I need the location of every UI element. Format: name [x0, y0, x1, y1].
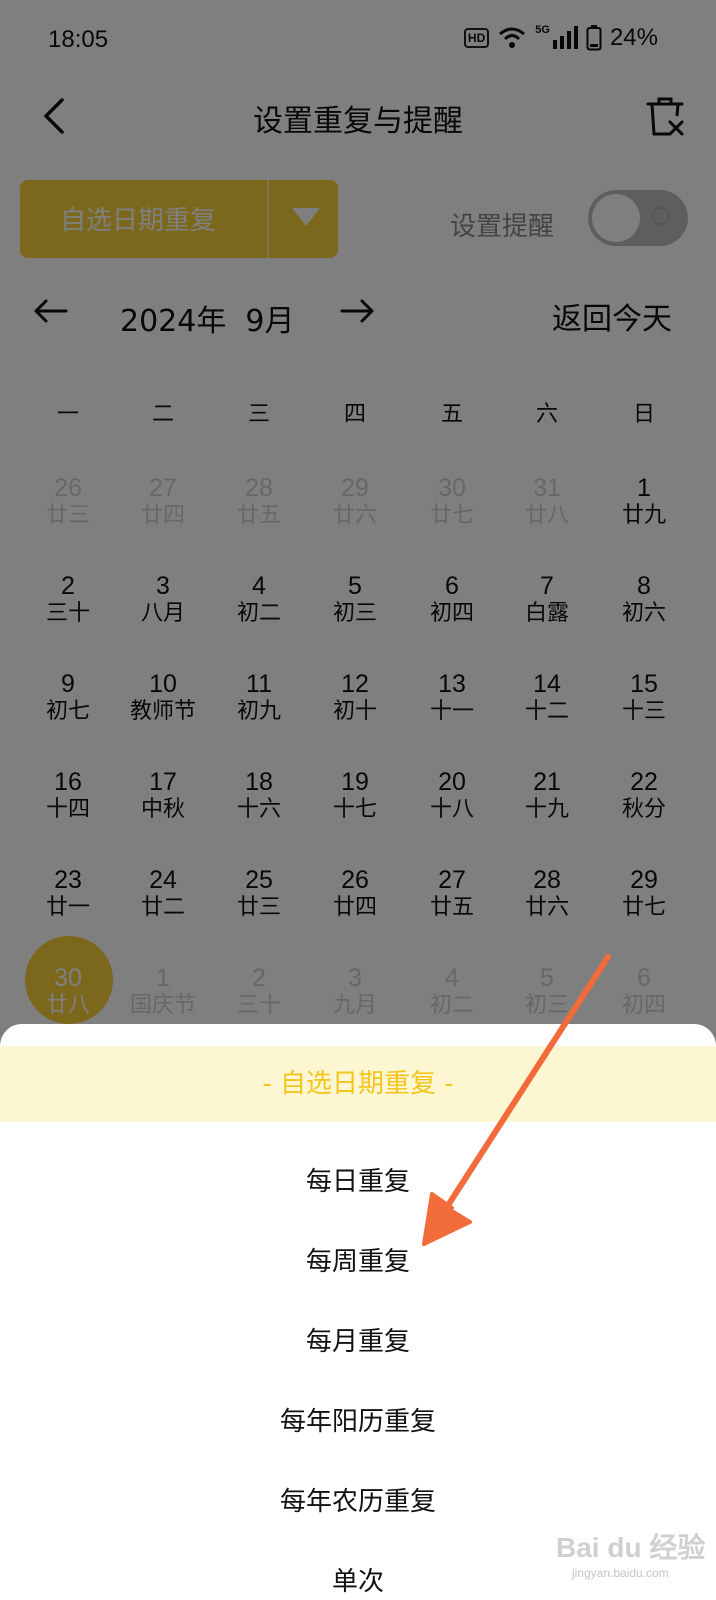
option-custom-dates[interactable]: - 自选日期重复 -: [0, 1046, 716, 1122]
option-weekly[interactable]: 每周重复: [0, 1224, 716, 1300]
option-yearly-solar[interactable]: 每年阳历重复: [0, 1384, 716, 1460]
option-monthly[interactable]: 每月重复: [0, 1304, 716, 1380]
watermark-url: jingyan.baidu.com: [572, 1566, 669, 1580]
screen: 18:05 HD 5G 24%: [0, 0, 716, 1600]
repeat-options-sheet: - 自选日期重复 - 每日重复 每周重复 每月重复 每年阳历重复 每年农历重复 …: [0, 1024, 716, 1600]
baidu-watermark: Bai du 经验 jingyan.baidu.com: [548, 1518, 708, 1588]
watermark-text: Bai du 经验: [556, 1532, 706, 1563]
option-daily[interactable]: 每日重复: [0, 1144, 716, 1220]
